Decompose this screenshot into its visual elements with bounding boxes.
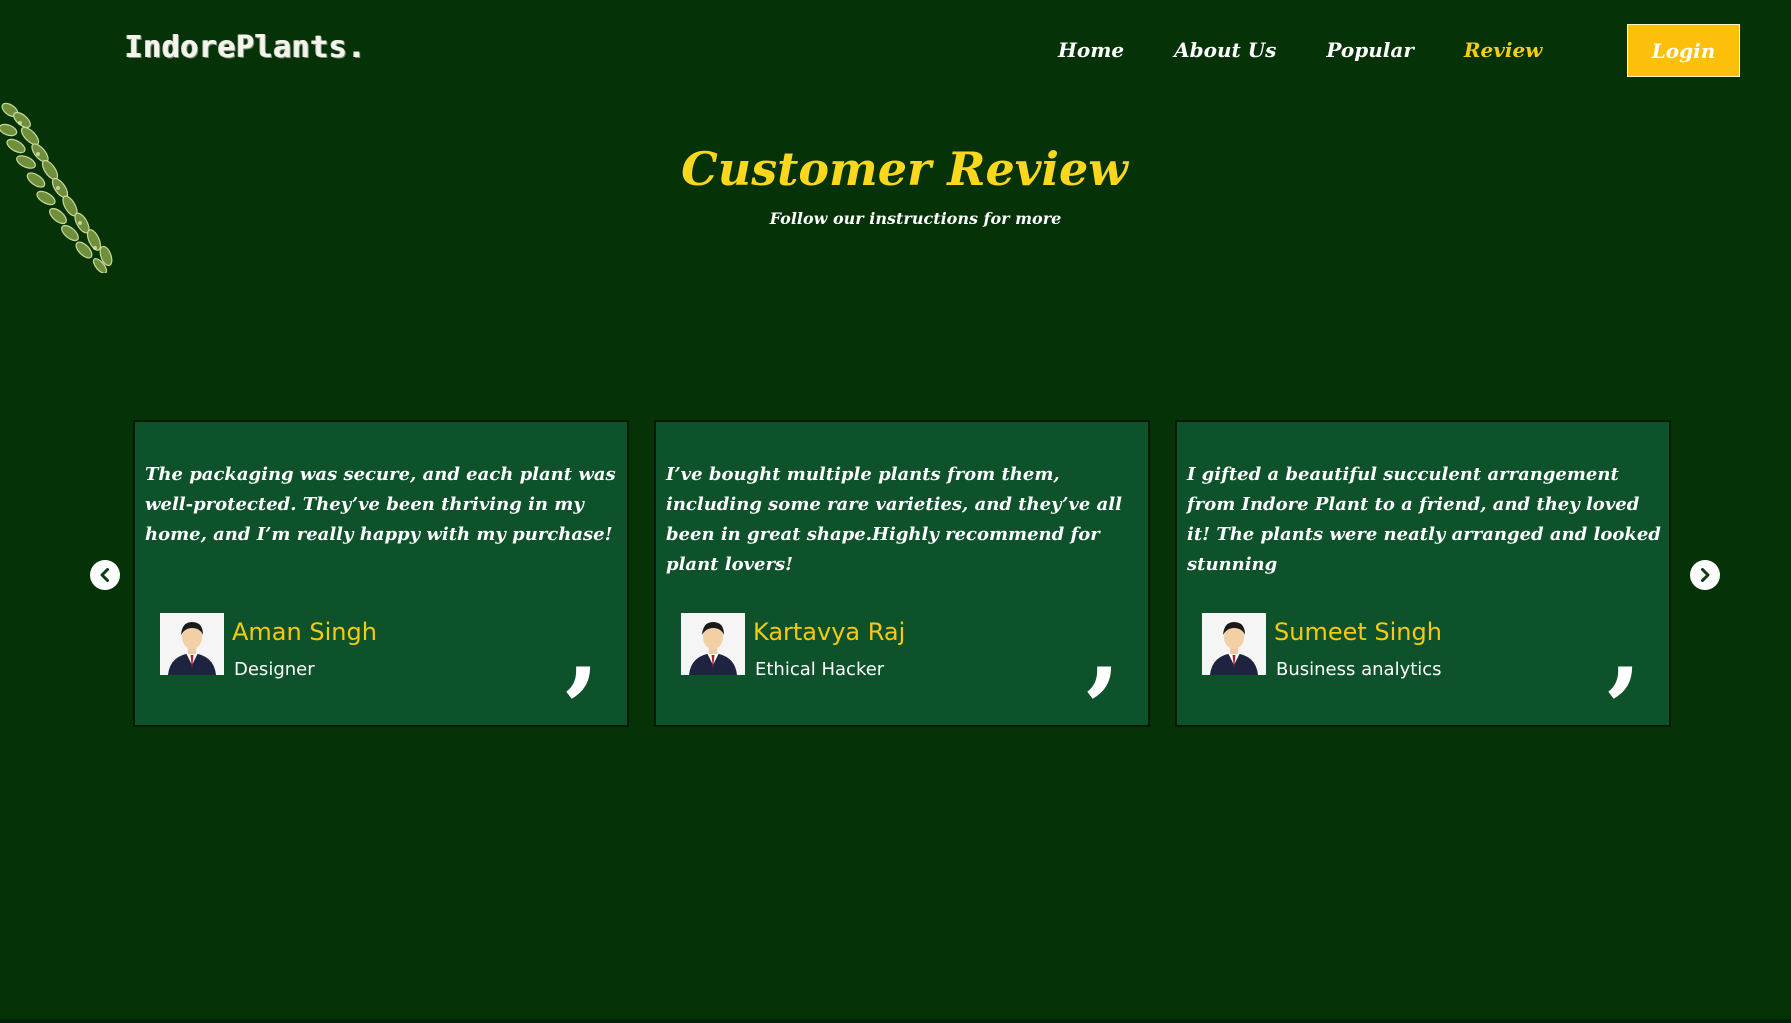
login-button[interactable]: Login	[1627, 24, 1740, 77]
nav-link-about-us[interactable]: About Us	[1174, 38, 1276, 62]
carousel-next-button[interactable]	[1690, 560, 1720, 590]
nav-link-popular[interactable]: Popular	[1326, 38, 1413, 62]
reviewer-role: Ethical Hacker	[755, 659, 885, 680]
section-title: Customer Review	[681, 142, 1128, 196]
quote-mark-icon: ,	[565, 588, 600, 706]
businessman-avatar-icon	[160, 613, 224, 675]
reviewer-role: Business analytics	[1276, 659, 1442, 680]
review-card: I gifted a beautiful succulent arrangeme…	[1175, 420, 1671, 727]
section-subtitle: Follow our instructions for more	[769, 209, 1062, 228]
reviewer-name: Kartavya Raj	[753, 618, 906, 646]
chevron-right-icon	[1701, 568, 1710, 582]
reviewer-name: Sumeet Singh	[1274, 618, 1442, 646]
avatar	[681, 613, 745, 675]
main-nav: Home About Us Popular Review	[1058, 38, 1592, 62]
quote-mark-icon: ,	[1086, 588, 1121, 706]
avatar	[160, 613, 224, 675]
review-text: The packaging was secure, and each plant…	[145, 464, 616, 545]
review-text: I gifted a beautiful succulent arrangeme…	[1187, 464, 1661, 575]
review-card: The packaging was secure, and each plant…	[133, 420, 629, 727]
review-card: I’ve bought multiple plants from them, i…	[654, 420, 1150, 727]
avatar	[1202, 613, 1266, 675]
review-page: IndorePlants. Home About Us Popular Revi…	[0, 0, 1791, 1023]
nav-link-home[interactable]: Home	[1058, 38, 1124, 62]
nav-link-review[interactable]: Review	[1464, 38, 1543, 62]
carousel-prev-button[interactable]	[90, 560, 120, 590]
review-text: I’ve bought multiple plants from them, i…	[666, 464, 1122, 575]
site-logo[interactable]: IndorePlants.	[125, 30, 366, 65]
reviewer-role: Designer	[234, 659, 315, 680]
chevron-left-icon	[100, 568, 109, 582]
businessman-avatar-icon	[1202, 613, 1266, 675]
businessman-avatar-icon	[681, 613, 745, 675]
quote-mark-icon: ,	[1607, 588, 1642, 706]
page-bottom-border	[0, 1019, 1791, 1023]
reviewer-name: Aman Singh	[232, 618, 377, 646]
